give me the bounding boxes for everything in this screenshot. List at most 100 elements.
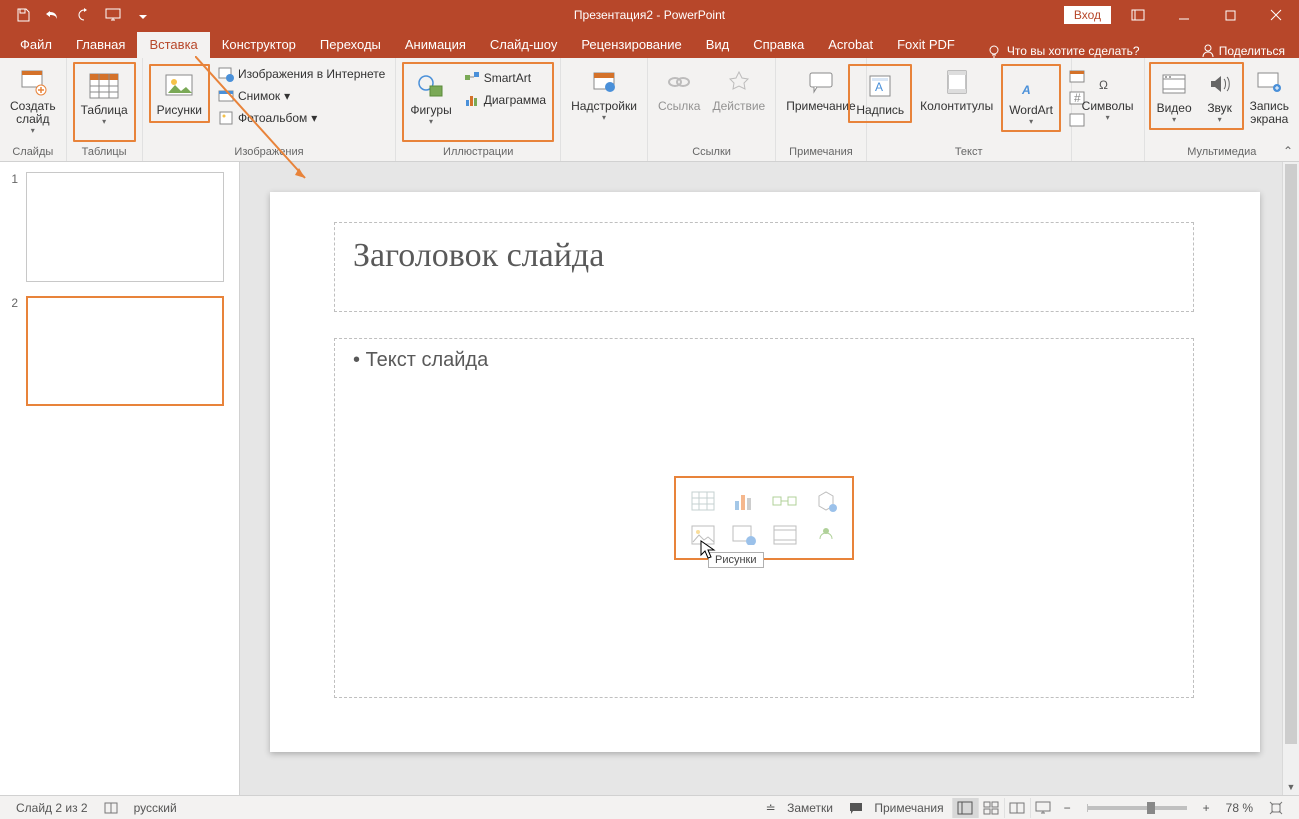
new-slide-button[interactable]: Создать слайд ▾ bbox=[4, 62, 62, 139]
symbols-button[interactable]: Ω Символы ▾ bbox=[1076, 62, 1140, 126]
ribbon-display-button[interactable] bbox=[1115, 0, 1161, 30]
svg-text:Ω: Ω bbox=[1099, 78, 1108, 92]
link-button: Ссылка bbox=[652, 62, 706, 117]
insert-chart-icon[interactable] bbox=[729, 488, 759, 514]
video-button[interactable]: Видео ▾ bbox=[1151, 64, 1198, 128]
tab-review[interactable]: Рецензирование bbox=[569, 32, 693, 58]
photo-album-button[interactable]: Фотоальбом▾ bbox=[216, 108, 387, 128]
redo-button[interactable] bbox=[68, 1, 98, 29]
caret-icon: ▾ bbox=[1029, 117, 1033, 126]
start-slideshow-button[interactable] bbox=[98, 1, 128, 29]
screen-record-button[interactable]: Запись экрана bbox=[1244, 62, 1295, 130]
wordart-button[interactable]: A WordArt ▾ bbox=[1001, 64, 1061, 132]
qat-customize-button[interactable] bbox=[128, 1, 158, 29]
action-icon bbox=[723, 66, 755, 98]
reading-view-button[interactable] bbox=[1004, 798, 1030, 818]
comments-button[interactable]: Примечания bbox=[841, 796, 952, 819]
signin-button[interactable]: Вход bbox=[1064, 6, 1111, 24]
maximize-button[interactable] bbox=[1207, 0, 1253, 30]
close-button[interactable] bbox=[1253, 0, 1299, 30]
tab-view[interactable]: Вид bbox=[694, 32, 742, 58]
zoom-thumb[interactable] bbox=[1147, 802, 1155, 814]
chart-icon bbox=[464, 92, 480, 108]
online-pictures-label: Изображения в Интернете bbox=[238, 67, 385, 81]
share-button[interactable]: Поделиться bbox=[1187, 44, 1299, 58]
headerfooter-button[interactable]: Колонтитулы bbox=[914, 62, 999, 117]
tab-acrobat[interactable]: Acrobat bbox=[816, 32, 885, 58]
textbox-button[interactable]: A Надпись bbox=[848, 64, 912, 123]
chart-button[interactable]: Диаграмма bbox=[462, 90, 548, 110]
headerfooter-icon bbox=[941, 66, 973, 98]
table-label: Таблица bbox=[81, 104, 128, 117]
body-placeholder[interactable]: Текст слайда Рисунки bbox=[334, 338, 1194, 698]
tab-transitions[interactable]: Переходы bbox=[308, 32, 393, 58]
symbols-label: Символы bbox=[1082, 100, 1134, 113]
insert-smartart-icon[interactable] bbox=[770, 488, 800, 514]
thumbnail-1[interactable]: 1 bbox=[6, 172, 233, 282]
insert-table-icon[interactable] bbox=[688, 488, 718, 514]
slideshow-view-button[interactable] bbox=[1030, 798, 1056, 818]
smartart-button[interactable]: SmartArt bbox=[462, 68, 548, 88]
omega-icon: Ω bbox=[1092, 66, 1124, 98]
comment-label: Примечание bbox=[786, 100, 855, 113]
screenshot-button[interactable]: Снимок▾ bbox=[216, 86, 387, 106]
tooltip: Рисунки bbox=[708, 552, 764, 568]
insert-online-picture-icon[interactable] bbox=[729, 522, 759, 548]
title-text: Заголовок слайда bbox=[353, 237, 604, 274]
insert-video-icon[interactable] bbox=[770, 522, 800, 548]
action-label: Действие bbox=[712, 100, 765, 113]
audio-button[interactable]: Звук ▾ bbox=[1198, 64, 1242, 128]
insert-icon-icon[interactable] bbox=[811, 522, 841, 548]
zoom-in-button[interactable]: + bbox=[1195, 796, 1218, 819]
photo-album-label: Фотоальбом bbox=[238, 111, 307, 125]
svg-text:A: A bbox=[875, 80, 883, 94]
shapes-icon bbox=[415, 70, 447, 102]
tell-me[interactable]: Что вы хотите сделать? bbox=[987, 44, 1140, 58]
zoom-level[interactable]: 78 % bbox=[1218, 796, 1261, 819]
headerfooter-label: Колонтитулы bbox=[920, 100, 993, 113]
undo-button[interactable] bbox=[38, 1, 68, 29]
tab-animations[interactable]: Анимация bbox=[393, 32, 478, 58]
comment-icon bbox=[805, 66, 837, 98]
slide-indicator[interactable]: Слайд 2 из 2 bbox=[8, 796, 96, 819]
group-slides: Создать слайд ▾ Слайды bbox=[0, 58, 67, 161]
title-placeholder[interactable]: Заголовок слайда bbox=[334, 222, 1194, 312]
slide-canvas[interactable]: Заголовок слайда Текст слайда Рисунки bbox=[270, 192, 1260, 752]
scroll-thumb[interactable] bbox=[1285, 164, 1297, 744]
fit-button[interactable] bbox=[1261, 796, 1291, 819]
caret-icon: ▾ bbox=[1218, 115, 1222, 124]
tab-design[interactable]: Конструктор bbox=[210, 32, 308, 58]
tab-insert[interactable]: Вставка bbox=[137, 32, 209, 58]
slide-editor[interactable]: Заголовок слайда Текст слайда Рисунки bbox=[240, 162, 1299, 795]
zoom-slider[interactable] bbox=[1087, 806, 1187, 810]
thumbnail-2[interactable]: 2 bbox=[6, 296, 233, 406]
comments-label: Примечания bbox=[874, 801, 943, 815]
pictures-button[interactable]: Рисунки bbox=[149, 64, 210, 123]
tab-foxit[interactable]: Foxit PDF bbox=[885, 32, 967, 58]
tab-home[interactable]: Главная bbox=[64, 32, 137, 58]
language-indicator[interactable]: русский bbox=[126, 796, 185, 819]
minimize-button[interactable] bbox=[1161, 0, 1207, 30]
tab-help[interactable]: Справка bbox=[741, 32, 816, 58]
insert-3d-icon[interactable] bbox=[811, 488, 841, 514]
group-links-label: Ссылки bbox=[692, 144, 731, 161]
notes-button[interactable]: ≐ Заметки bbox=[758, 796, 841, 819]
collapse-ribbon-button[interactable]: ⌃ bbox=[1283, 144, 1293, 158]
spellcheck-button[interactable] bbox=[96, 796, 126, 819]
group-media: Видео ▾ Звук ▾ Запись экрана Мультимедиа bbox=[1145, 58, 1299, 161]
notes-label: Заметки bbox=[787, 801, 833, 815]
video-icon bbox=[1158, 68, 1190, 100]
addins-button[interactable]: Надстройки ▾ bbox=[565, 62, 643, 126]
scroll-down-button[interactable]: ▼ bbox=[1283, 778, 1299, 795]
slide-thumbnails-pane[interactable]: 1 2 bbox=[0, 162, 240, 795]
vertical-scrollbar[interactable]: ▲ ▼ bbox=[1282, 162, 1299, 795]
normal-view-button[interactable] bbox=[952, 798, 978, 818]
table-button[interactable]: Таблица ▾ bbox=[75, 66, 134, 130]
tab-slideshow[interactable]: Слайд-шоу bbox=[478, 32, 569, 58]
shapes-button[interactable]: Фигуры ▾ bbox=[404, 66, 457, 130]
tab-file[interactable]: Файл bbox=[8, 32, 64, 58]
sorter-view-button[interactable] bbox=[978, 798, 1004, 818]
save-button[interactable] bbox=[8, 1, 38, 29]
online-pictures-button[interactable]: Изображения в Интернете bbox=[216, 64, 387, 84]
zoom-out-button[interactable]: − bbox=[1056, 796, 1079, 819]
